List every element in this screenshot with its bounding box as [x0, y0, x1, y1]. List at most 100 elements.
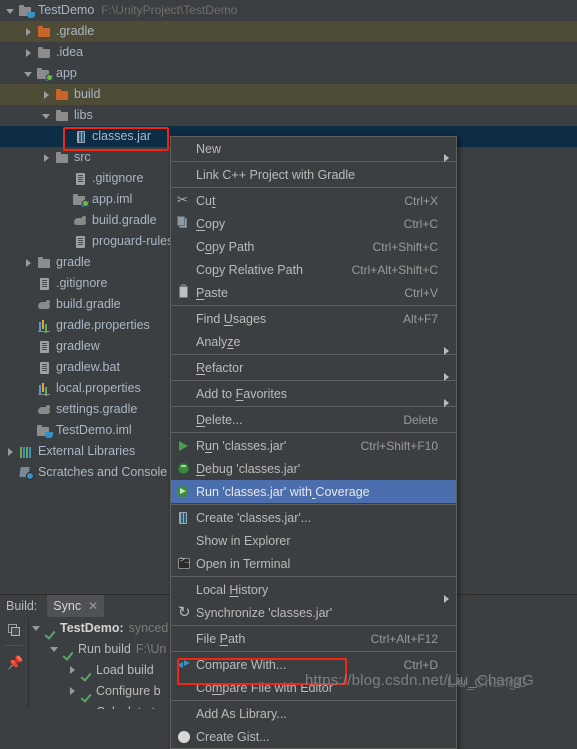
menu-item-label: New: [196, 141, 222, 156]
watermark-overlay: Liu_ChangG: [447, 674, 528, 690]
chevron-right-icon[interactable]: [6, 447, 16, 457]
menu-item-debug-classes-jar[interactable]: Debug 'classes.jar': [171, 457, 456, 480]
chevron-right-icon[interactable]: [24, 258, 34, 268]
properties-icon: [37, 319, 52, 333]
tree-row--idea[interactable]: .idea: [0, 42, 577, 63]
file-icon: [37, 361, 52, 375]
properties-icon: [37, 382, 52, 396]
menu-item-label: File Path: [196, 631, 246, 646]
chevron-down-icon[interactable]: [42, 111, 52, 121]
menu-separator: [171, 187, 456, 188]
menu-item-paste[interactable]: Paste Ctrl+V: [171, 281, 456, 304]
menu-item-show-in-explorer[interactable]: Show in Explorer: [171, 529, 456, 552]
tree-row--gradle[interactable]: .gradle: [0, 21, 577, 42]
mnemonic-letter: m: [211, 680, 223, 695]
pin-tab-button[interactable]: [0, 653, 28, 681]
menu-item-synchronize-classes-jar[interactable]: Synchronize 'classes.jar': [171, 601, 456, 624]
restore-layout-button[interactable]: [0, 617, 28, 646]
build-side-toolbar[interactable]: [0, 617, 29, 709]
menu-item-shortcut: Ctrl+V: [404, 285, 438, 300]
chevron-right-icon[interactable]: [24, 48, 34, 58]
menu-item-analyze[interactable]: Analyze: [171, 330, 456, 355]
gradle-icon: [37, 403, 52, 417]
menu-item-add-as-library[interactable]: Add As Library...: [171, 702, 456, 725]
folder-icon: [55, 151, 70, 165]
menu-item-delete[interactable]: Delete... Delete: [171, 408, 456, 431]
file-icon: [73, 235, 88, 249]
menu-item-copy-relative-path[interactable]: Copy Relative Path Ctrl+Alt+Shift+C: [171, 258, 456, 281]
menu-icon-slot: [174, 334, 196, 350]
menu-item-label: Find Usages: [196, 311, 267, 326]
chevron-down-icon[interactable]: [50, 644, 62, 654]
menu-item-label: Local History: [196, 582, 269, 597]
menu-separator: [171, 161, 456, 162]
chevron-right-icon[interactable]: [68, 665, 80, 675]
tree-row-label: .idea: [56, 45, 84, 59]
chevron-down-icon[interactable]: [24, 69, 34, 79]
tree-row-build[interactable]: build: [0, 84, 577, 105]
menu-icon-slot: [174, 167, 196, 183]
run-icon: [174, 438, 196, 454]
menu-item-run-classes-jar-with-coverage[interactable]: Run 'classes.jar' with Coverage: [171, 480, 456, 503]
tree-row-testdemo[interactable]: TestDemo F:\UnityProject\TestDemo: [0, 0, 577, 21]
file-icon: [37, 277, 52, 291]
menu-icon-slot: [174, 680, 196, 696]
menu-item-label: Create Gist...: [196, 729, 270, 744]
menu-separator: [171, 406, 456, 407]
context-menu[interactable]: New Link C++ Project with Gradle CutCtrl+X…: [170, 136, 457, 749]
chevron-right-icon[interactable]: [68, 686, 80, 696]
mnemonic-letter: D: [196, 461, 206, 476]
menu-item-add-to-favorites[interactable]: Add to Favorites: [171, 382, 456, 407]
menu-item-create-gist[interactable]: Create Gist...: [171, 725, 456, 748]
build-row-label: Configure b: [96, 683, 161, 698]
chevron-down-icon[interactable]: [32, 623, 44, 633]
folder-icon: [37, 46, 52, 60]
menu-item-find-usages[interactable]: Find Usages Alt+F7: [171, 307, 456, 330]
module-marker-icon: [83, 200, 88, 206]
menu-item-label: Delete...: [196, 412, 243, 427]
menu-item-run-classes-jar[interactable]: Run 'classes.jar' Ctrl+Shift+F10: [171, 434, 456, 457]
chevron-right-icon[interactable]: [24, 27, 34, 37]
menu-item-new[interactable]: New: [171, 137, 456, 162]
module-icon: [73, 193, 89, 207]
mnemonic-letter: C: [196, 216, 206, 231]
menu-item-copy-path[interactable]: Copy Path Ctrl+Shift+C: [171, 235, 456, 258]
menu-separator: [171, 625, 456, 626]
menu-item-refactor[interactable]: Refactor: [171, 356, 456, 381]
chevron-down-icon[interactable]: [6, 6, 16, 16]
build-row-label: Run build: [78, 641, 131, 656]
github-icon: [174, 729, 196, 745]
file-icon: [37, 340, 52, 354]
menu-item-cut[interactable]: Cut Ctrl+X: [171, 189, 456, 212]
menu-item-create-classes-jar[interactable]: Create 'classes.jar'...: [171, 506, 456, 529]
tab-sync[interactable]: Sync ✕: [47, 595, 105, 617]
chevron-right-icon[interactable]: [42, 90, 52, 100]
module-marker-icon: [47, 74, 52, 80]
mnemonic-letter: u: [205, 438, 212, 453]
tree-row-app[interactable]: app: [0, 63, 577, 84]
menu-item-copy[interactable]: Copy Ctrl+C: [171, 212, 456, 235]
build-row-suffix: synced: [128, 620, 169, 635]
jar-icon: [73, 130, 88, 144]
menu-item-link-c++-project-with-gradle[interactable]: Link C++ Project with Gradle: [171, 163, 456, 186]
menu-separator: [171, 651, 456, 652]
menu-item-file-path[interactable]: File Path Ctrl+Alt+F12: [171, 627, 456, 650]
tree-row-path: F:\UnityProject\TestDemo: [101, 3, 238, 17]
tree-row-label: build: [74, 87, 101, 101]
mnemonic-letter: P: [219, 631, 228, 646]
chevron-right-icon[interactable]: [42, 153, 52, 163]
mnemonic-letter: U: [223, 311, 233, 326]
menu-item-label: Compare With...: [196, 657, 287, 672]
build-row-label: TestDemo:: [60, 620, 124, 635]
tree-row-libs[interactable]: libs: [0, 105, 577, 126]
tree-row-label: settings.gradle: [56, 402, 138, 416]
close-icon[interactable]: ✕: [88, 599, 98, 613]
build-label: Build:: [6, 599, 38, 613]
menu-item-local-history[interactable]: Local History: [171, 578, 456, 603]
mnemonic-letter: H: [229, 582, 239, 597]
menu-item-open-in-terminal[interactable]: Open in Terminal: [171, 552, 456, 575]
cut-icon: [174, 192, 196, 209]
